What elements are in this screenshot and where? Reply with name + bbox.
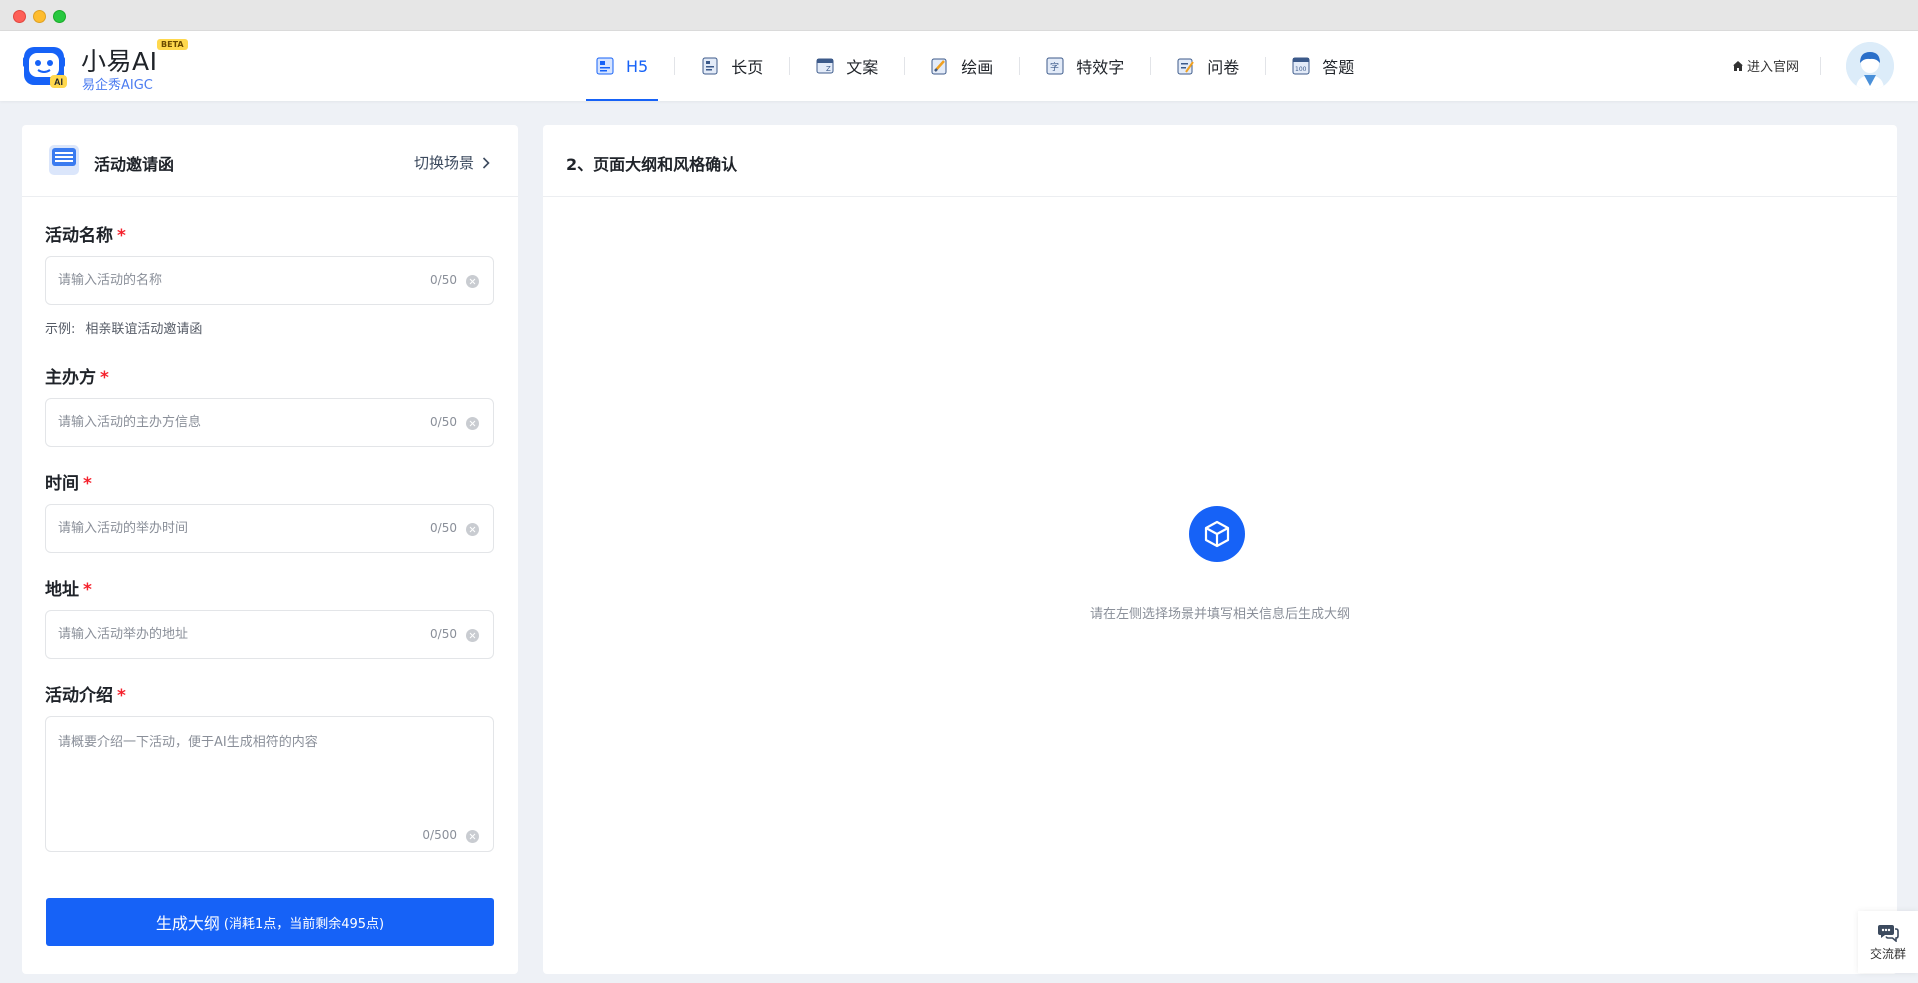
header-divider xyxy=(1820,57,1821,75)
generate-outline-button[interactable]: 生成大纲 (消耗1点，当前剩余495点) xyxy=(46,898,494,946)
address-field[interactable]: 0/50 xyxy=(45,610,494,659)
survey-icon xyxy=(1177,58,1195,75)
panel-header: 活动邀请函 切换场景 xyxy=(22,125,518,197)
time-field[interactable]: 0/50 xyxy=(45,504,494,553)
community-group-button[interactable]: 交流群 xyxy=(1858,911,1918,973)
time-input[interactable] xyxy=(58,505,418,552)
char-counter: 0/50 xyxy=(430,273,457,287)
nav-tab-effect-text[interactable]: 字 特效字 xyxy=(1020,31,1150,101)
intro-label: 活动介绍 * xyxy=(45,686,126,706)
example-label: 示例: xyxy=(45,322,76,337)
organizer-label: 主办方 * xyxy=(45,368,109,388)
nav-tab-h5[interactable]: H5 xyxy=(570,31,674,101)
brand-subtitle: 易企秀AIGC xyxy=(82,78,153,93)
quiz-icon: 100 xyxy=(1292,57,1310,75)
svg-text:字: 字 xyxy=(1050,61,1059,73)
char-counter: 0/500 xyxy=(422,828,457,842)
nav-tab-label: 答题 xyxy=(1322,58,1355,77)
svg-text:Z: Z xyxy=(826,65,831,73)
invitation-document-icon xyxy=(49,145,79,175)
official-site-label: 进入官网 xyxy=(1747,60,1800,75)
clear-icon[interactable] xyxy=(466,830,479,843)
time-label: 时间 * xyxy=(45,474,92,494)
char-counter: 0/50 xyxy=(430,415,457,429)
organizer-input[interactable] xyxy=(58,399,418,446)
nav-tab-label: H5 xyxy=(626,56,649,76)
nav-tab-quiz[interactable]: 100 答题 xyxy=(1266,31,1380,101)
h5-icon xyxy=(596,57,614,75)
outline-title: 2、页面大纲和风格确认 xyxy=(566,155,738,174)
scene-form-panel: 活动邀请函 切换场景 活动名称* 0/50 示例:相亲联谊活动邀请函 主办方* … xyxy=(22,125,518,974)
required-mark: * xyxy=(100,368,109,388)
nav-tab-label: 特效字 xyxy=(1076,58,1125,77)
intro-field[interactable]: 0/500 xyxy=(45,716,494,852)
main-nav: H5 长页 Z 文案 绘画 字 特效字 问卷 100 答题 xyxy=(570,31,1380,101)
close-window-button[interactable] xyxy=(13,10,26,23)
event-name-field[interactable]: 0/50 xyxy=(45,256,494,305)
clear-icon[interactable] xyxy=(466,417,479,430)
user-avatar[interactable] xyxy=(1846,42,1894,90)
nav-tab-label: 问卷 xyxy=(1207,58,1240,77)
scene-title: 活动邀请函 xyxy=(94,155,175,174)
example-hint: 示例: 相亲联谊活动邀请函 xyxy=(45,318,202,337)
organizer-field[interactable]: 0/50 xyxy=(45,398,494,447)
switch-scene-button[interactable]: 切换场景 xyxy=(414,152,490,173)
beta-badge: BETA xyxy=(157,39,188,50)
community-group-label: 交流群 xyxy=(1869,947,1906,961)
chevron-right-icon xyxy=(482,156,490,169)
nav-tab-label: 文案 xyxy=(846,58,879,77)
svg-text:100: 100 xyxy=(1295,66,1307,73)
copywriting-icon: Z xyxy=(816,58,834,74)
example-value[interactable]: 相亲联谊活动邀请函 xyxy=(85,322,202,337)
generate-cost-text: (消耗1点，当前剩余495点) xyxy=(223,916,385,932)
maximize-window-button[interactable] xyxy=(53,10,66,23)
nav-tab-copywriting[interactable]: Z 文案 xyxy=(790,31,904,101)
nav-tab-survey[interactable]: 问卷 xyxy=(1151,31,1265,101)
painting-icon xyxy=(931,58,947,75)
long-page-icon xyxy=(702,57,718,75)
nav-tab-label: 绘画 xyxy=(961,58,994,77)
char-counter: 0/50 xyxy=(430,521,457,535)
switch-scene-label: 切换场景 xyxy=(413,154,474,172)
nav-tab-long-page[interactable]: 长页 xyxy=(675,31,789,101)
empty-state-text: 请在左侧选择场景并填写相关信息后生成大纲 xyxy=(1089,607,1350,622)
nav-tab-label: 长页 xyxy=(731,58,764,77)
robot-logo-icon[interactable]: AI xyxy=(22,43,68,89)
effect-text-icon: 字 xyxy=(1046,57,1064,75)
generate-button-label: 生成大纲 xyxy=(155,914,220,933)
cube-icon xyxy=(1189,506,1245,562)
svg-text:AI: AI xyxy=(54,77,63,87)
outline-preview-panel: 2、页面大纲和风格确认 请在左侧选择场景并填写相关信息后生成大纲 xyxy=(543,125,1897,974)
address-label: 地址 * xyxy=(45,580,92,600)
window-titlebar xyxy=(0,0,1918,31)
event-name-input[interactable] xyxy=(58,257,418,304)
required-mark: * xyxy=(83,474,92,494)
chat-bubble-icon xyxy=(1878,925,1899,942)
required-mark: * xyxy=(117,686,126,706)
top-header: AI 小易AI BETA 易企秀AIGC H5 长页 Z 文案 绘画 字 特效字 xyxy=(0,31,1918,101)
official-site-link[interactable]: 进入官网 xyxy=(1732,56,1799,75)
intro-textarea[interactable] xyxy=(58,731,418,821)
minimize-window-button[interactable] xyxy=(33,10,46,23)
clear-icon[interactable] xyxy=(466,523,479,536)
required-mark: * xyxy=(83,580,92,600)
char-counter: 0/50 xyxy=(430,627,457,641)
event-name-label: 活动名称 * xyxy=(45,226,126,246)
home-icon xyxy=(1733,60,1743,71)
nav-tab-painting[interactable]: 绘画 xyxy=(905,31,1019,101)
brand-name: 小易AI xyxy=(81,47,158,76)
clear-icon[interactable] xyxy=(466,629,479,642)
address-input[interactable] xyxy=(58,611,418,658)
required-mark: * xyxy=(117,226,126,246)
clear-icon[interactable] xyxy=(466,275,479,288)
panel-header: 2、页面大纲和风格确认 xyxy=(543,125,1897,197)
